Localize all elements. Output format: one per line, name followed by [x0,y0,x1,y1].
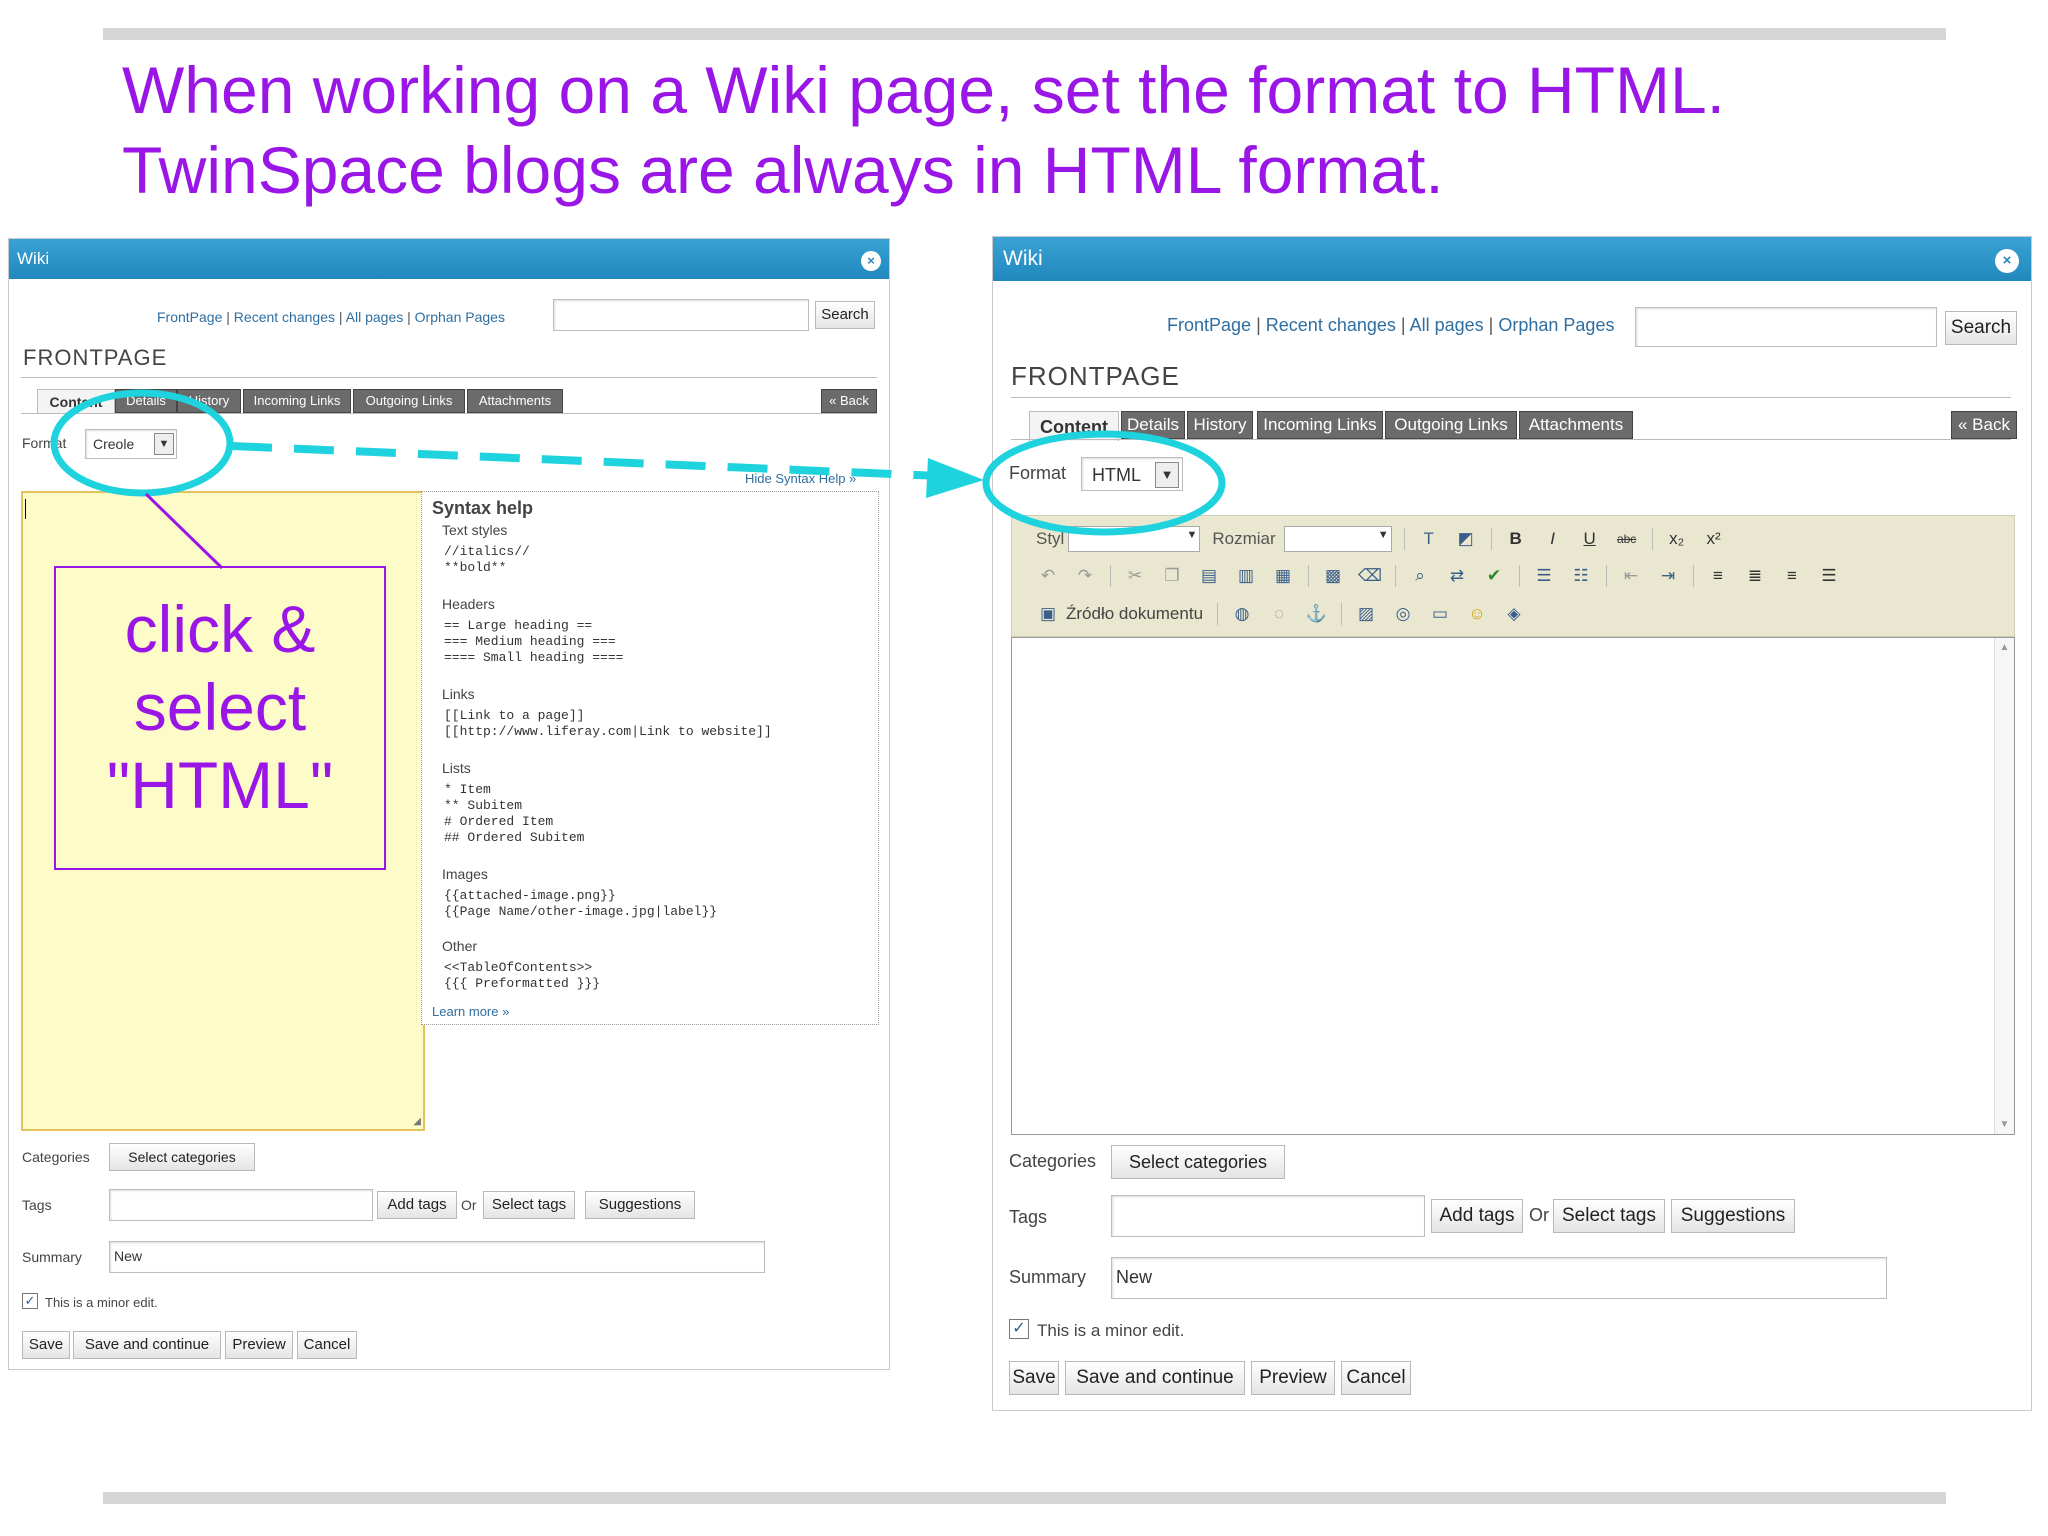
callout-connector [144,492,224,570]
arrow-head-icon [926,458,984,498]
highlight-ellipse-html [982,430,1226,536]
highlight-ellipse-creole [50,389,234,497]
dashed-arrow-line [231,442,941,480]
annotation-overlay [50,389,1226,570]
